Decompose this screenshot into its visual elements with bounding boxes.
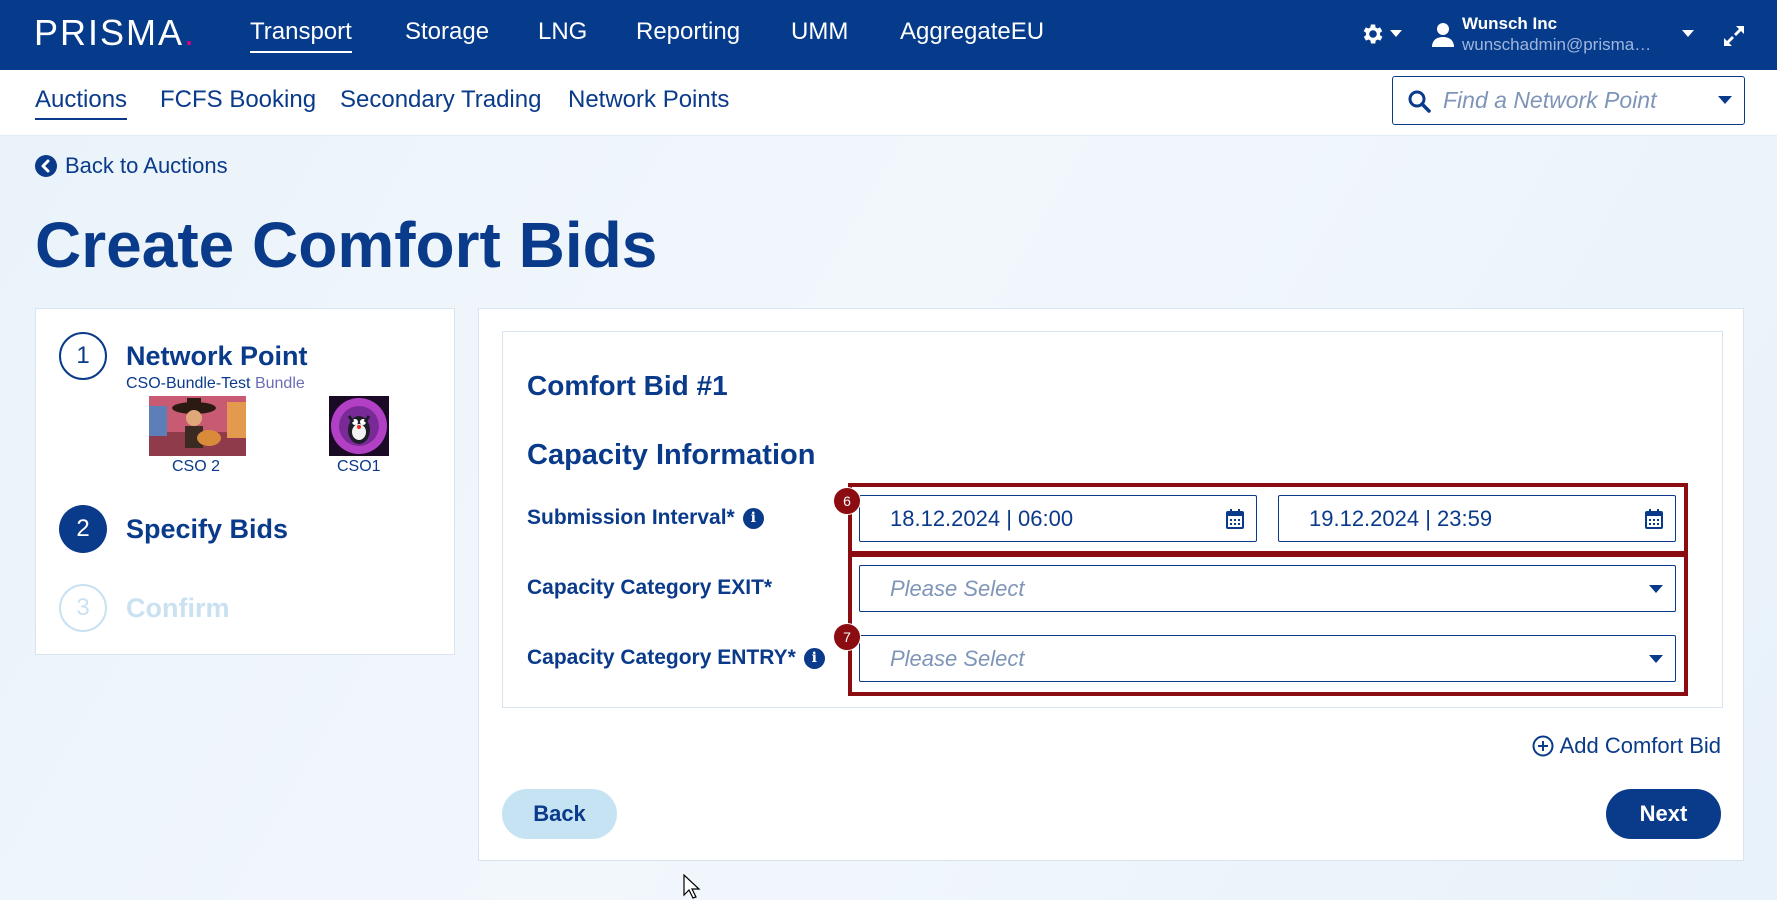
cso1-label: CSO1 <box>337 458 381 475</box>
back-to-auctions-link[interactable]: Back to Auctions <box>35 153 228 179</box>
step-3-label: Confirm <box>126 593 230 623</box>
annotation-marker-6: 6 <box>833 487 861 515</box>
step-2-label: Specify Bids <box>126 514 289 544</box>
capacity-category-exit-label: Capacity Category EXIT* <box>527 576 773 599</box>
page-title: Create Comfort Bids <box>35 209 658 281</box>
capacity-category-entry-label: Capacity Category ENTRY* i <box>527 646 825 670</box>
user-icon <box>1432 23 1454 47</box>
nav-reporting[interactable]: Reporting <box>636 18 740 51</box>
caret-down-icon <box>1390 30 1402 37</box>
plus-circle-icon <box>1532 735 1554 757</box>
annotation-marker-7: 7 <box>833 623 861 651</box>
back-to-auctions-label: Back to Auctions <box>65 153 228 178</box>
search-input[interactable] <box>1443 87 1703 114</box>
gear-icon <box>1363 24 1383 44</box>
chevron-down-icon[interactable] <box>1718 96 1732 105</box>
info-icon[interactable]: i <box>742 507 764 529</box>
sub-navigation: Auctions FCFS Booking Secondary Trading … <box>0 70 1777 136</box>
highlight-box-categories <box>848 553 1688 696</box>
nav-aggregateeu[interactable]: AggregateEU <box>900 18 1044 51</box>
user-caret-icon[interactable] <box>1682 30 1694 38</box>
network-point-search[interactable] <box>1392 76 1745 125</box>
user-menu[interactable]: Wunsch Inc wunschadmin@prisma-capacity.e… <box>1432 14 1652 56</box>
add-comfort-bid-link[interactable]: Add Comfort Bid <box>1532 733 1721 759</box>
chevron-left-circle-icon <box>35 155 57 177</box>
progress-stepper: 1 Network Point CSO-Bundle-Test Bundle C… <box>35 308 455 655</box>
step-2-circle: 2 <box>59 505 107 553</box>
nav-transport[interactable]: Transport <box>250 18 352 53</box>
subnav-network-points[interactable]: Network Points <box>568 86 729 118</box>
comfort-bid-panel: Comfort Bid #1 Capacity Information Subm… <box>478 308 1744 861</box>
user-email: wunschadmin@prisma-capacity.eu <box>1462 35 1652 54</box>
comfort-bid-title: Comfort Bid #1 <box>527 370 728 401</box>
back-button[interactable]: Back <box>502 789 617 839</box>
submission-interval-label: Submission Interval* i <box>527 506 764 530</box>
cso1-logo <box>329 396 389 456</box>
top-navigation: PRISMA. Transport Storage LNG Reporting … <box>0 0 1777 70</box>
settings-menu[interactable] <box>1360 21 1402 47</box>
capacity-information-title: Capacity Information <box>527 439 816 471</box>
mouse-cursor-icon <box>683 874 701 899</box>
search-icon <box>1408 90 1431 113</box>
cso-2-logo <box>149 396 246 456</box>
cso-2-label: CSO 2 <box>172 458 221 475</box>
user-name: Wunsch Inc <box>1462 14 1558 33</box>
subnav-fcfs-booking[interactable]: FCFS Booking <box>160 86 316 118</box>
expand-icon[interactable] <box>1722 24 1746 48</box>
nav-storage[interactable]: Storage <box>405 18 489 51</box>
network-point-subtitle: CSO-Bundle-Test Bundle <box>126 375 305 392</box>
step-1-circle: 1 <box>59 332 107 380</box>
highlight-box-submission <box>848 483 1688 555</box>
nav-lng[interactable]: LNG <box>538 18 587 51</box>
subnav-secondary-trading[interactable]: Secondary Trading <box>340 86 541 118</box>
next-button[interactable]: Next <box>1606 789 1721 839</box>
comfort-bid-card: Comfort Bid #1 Capacity Information Subm… <box>502 331 1723 708</box>
subnav-auctions[interactable]: Auctions <box>35 86 128 120</box>
step-3-circle: 3 <box>59 584 107 632</box>
prisma-logo[interactable]: PRISMA. <box>34 12 196 54</box>
nav-umm[interactable]: UMM <box>791 18 848 51</box>
step-1-label: Network Point <box>126 341 308 371</box>
info-icon[interactable]: i <box>803 647 825 669</box>
